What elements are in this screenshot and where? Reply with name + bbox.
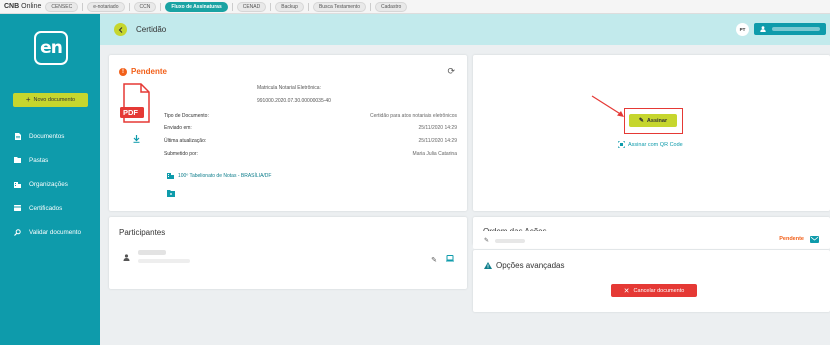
user-menu-button[interactable]	[754, 23, 826, 35]
plus-icon: +	[25, 95, 31, 104]
cancel-document-label: Cancelar documento	[633, 287, 685, 294]
participant-email-redacted	[138, 259, 190, 263]
sidebar-item-validar-documento[interactable]: Validar documento	[0, 220, 100, 244]
sign-button[interactable]: ✎ Assinar	[629, 114, 677, 127]
new-document-label: Novo documento	[33, 97, 76, 103]
app-link-e-notariado[interactable]: e-notariado	[87, 1, 125, 12]
qr-code-icon	[618, 141, 625, 148]
field-value-submetido: Maria Julia Catarina	[412, 151, 457, 157]
app-link-ccn[interactable]: CCN	[133, 1, 157, 12]
folder-icon[interactable]	[167, 190, 175, 197]
download-icon[interactable]	[133, 135, 140, 143]
divider	[82, 2, 84, 11]
field-value-enviado: 25/11/2020 14:29	[418, 125, 457, 131]
sidebar-item-pastas[interactable]: Pastas	[0, 148, 100, 172]
participants-card: Participantes ✎	[109, 217, 467, 289]
actions-order-row: ✎ Pendente	[473, 231, 830, 249]
file-icon	[14, 132, 21, 140]
office-link[interactable]: 100º Tabelionato de Notas - BRASÍLIA/DF	[167, 172, 271, 179]
sidebar-item-documentos[interactable]: Documentos	[0, 124, 100, 148]
sidebar: en + Novo documento Documentos Pastas Or…	[0, 14, 100, 345]
sidebar-item-label: Certificados	[29, 204, 63, 212]
divider	[160, 2, 162, 11]
order-status-badge: Pendente	[779, 236, 804, 242]
pen-icon: ✎	[638, 118, 644, 124]
app-link-cadastro[interactable]: Cadastro	[374, 1, 408, 12]
sign-qr-label: Assinar com QR Code	[628, 141, 683, 148]
app-link-busca-testamento[interactable]: Busca Testamento	[312, 1, 366, 12]
field-label-tipo: Tipo de Documento:	[164, 113, 209, 119]
brand-strong: CNB	[4, 3, 20, 10]
advanced-options-card: Opções avançadas ✕ Cancelar documento	[473, 250, 830, 312]
sidebar-item-organizacoes[interactable]: Organizações	[0, 172, 100, 196]
search-icon	[14, 228, 21, 236]
divider	[128, 2, 130, 11]
divider	[270, 2, 272, 11]
close-icon: ✕	[623, 287, 630, 295]
folder-icon	[14, 157, 21, 164]
document-card: ! Pendente ⟳ PDF Matricula Notarial Elet…	[109, 55, 467, 211]
pdf-label: PDF	[123, 108, 138, 117]
new-document-button[interactable]: + Novo documento	[13, 93, 88, 107]
warning-icon	[484, 262, 492, 269]
building-icon	[14, 181, 21, 188]
office-name: 100º Tabelionato de Notas - BRASÍLIA/DF	[178, 172, 272, 179]
page-header: Certidão PT	[100, 14, 830, 45]
app-link-backup[interactable]: Backup	[275, 1, 304, 12]
laptop-icon[interactable]	[446, 255, 454, 262]
sidebar-nav: Documentos Pastas Organizações Certifica…	[0, 124, 100, 244]
participants-title: Participantes	[119, 228, 166, 237]
app-link-censec[interactable]: CENSEC	[45, 1, 79, 12]
person-icon	[123, 254, 130, 261]
sidebar-item-certificados[interactable]: Certificados	[0, 196, 100, 220]
order-item: ✎	[484, 237, 526, 244]
card-icon	[14, 205, 21, 212]
user-name-redacted	[772, 27, 820, 31]
mail-icon[interactable]	[810, 236, 819, 243]
alert-icon: !	[119, 67, 127, 76]
top-app-bar: CNB Online CENSEC e-notariado CCN Fluxo …	[0, 0, 830, 14]
divider	[231, 2, 233, 11]
advanced-options-title: Opções avançadas	[496, 261, 565, 270]
refresh-icon[interactable]: ⟳	[447, 66, 455, 77]
pen-icon[interactable]: ✎	[431, 256, 437, 264]
building-icon	[167, 173, 174, 179]
app-link-cenad[interactable]: CENAD	[236, 1, 267, 12]
divider	[369, 2, 371, 11]
brand-logo[interactable]: CNB Online	[4, 3, 41, 10]
field-label-submetido: Submetido por:	[164, 151, 198, 157]
matricula-value: 991000.2020.07.30.00000035-40	[257, 98, 331, 104]
back-button[interactable]	[114, 23, 127, 36]
order-name-redacted	[495, 238, 526, 243]
field-value-tipo: Certidão para atos notariais eletrônicos	[370, 113, 457, 119]
divider	[307, 2, 309, 11]
sidebar-item-label: Pastas	[29, 156, 49, 164]
page-title: Certidão	[136, 25, 167, 34]
participant-name-redacted	[138, 250, 166, 255]
arrow-pointer-icon	[591, 95, 624, 117]
sidebar-item-label: Documentos	[29, 132, 65, 140]
sign-highlight-box: ✎ Assinar	[624, 108, 683, 134]
app-logo[interactable]: en	[34, 31, 68, 65]
chevron-left-icon	[118, 26, 122, 33]
field-value-atualizacao: 25/11/2020 14:29	[418, 138, 457, 144]
field-label-atualizacao: Última atualização:	[164, 138, 207, 144]
advanced-options-header[interactable]: Opções avançadas	[484, 261, 565, 270]
sign-qr-link[interactable]: Assinar com QR Code	[618, 141, 683, 148]
sign-button-label: Assinar	[646, 117, 668, 124]
cancel-document-button[interactable]: ✕ Cancelar documento	[611, 284, 697, 297]
matricula-label: Matricula Notarial Eletrônica:	[257, 85, 321, 91]
sidebar-item-label: Organizações	[29, 180, 68, 188]
user-icon	[760, 26, 766, 32]
status-text: Pendente	[131, 67, 168, 76]
brand-rest: Online	[21, 3, 42, 10]
avatar[interactable]: PT	[736, 23, 749, 36]
app-link-fluxo-de-assinaturas[interactable]: Fluxo de Assinaturas	[165, 1, 228, 12]
field-label-enviado: Enviado em:	[164, 125, 192, 131]
sign-card: ✎ Assinar Assinar com QR Code	[473, 55, 830, 211]
status-badge: ! Pendente	[119, 67, 167, 76]
sidebar-item-label: Validar documento	[29, 228, 82, 236]
pdf-icon[interactable]: PDF	[120, 83, 152, 123]
pen-icon: ✎	[484, 238, 490, 244]
